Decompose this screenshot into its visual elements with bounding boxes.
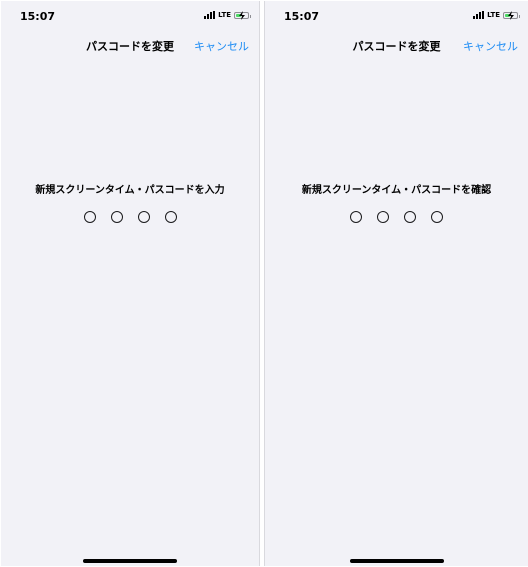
status-icons: LTE [473, 10, 520, 20]
status-time: 15:07 [284, 10, 320, 23]
cellular-signal-icon [473, 11, 485, 19]
home-indicator[interactable] [83, 559, 177, 563]
passcode-dot [404, 211, 416, 223]
passcode-dots[interactable] [1, 211, 259, 223]
passcode-prompt: 新規スクリーンタイム・パスコードを入力 [35, 185, 225, 196]
battery-charging-icon [234, 10, 251, 20]
passcode-prompt: 新規スクリーンタイム・パスコードを確認 [301, 185, 492, 196]
passcode-confirm-screen: 15:07 LTE パスコードを変更 キャンセル 新規スクリーンタイム・パスコー… [264, 1, 528, 566]
cellular-signal-icon [204, 11, 216, 19]
home-indicator[interactable] [349, 559, 444, 563]
battery-charging-icon [503, 10, 520, 20]
passcode-dots[interactable] [265, 211, 528, 223]
passcode-dot [83, 211, 96, 223]
passcode-dot [377, 211, 389, 223]
passcode-entry-screen: 15:07 LTE パスコードを変更 キャンセル 新規スクリーンタイム・パスコー… [1, 1, 260, 566]
cancel-button[interactable]: キャンセル [194, 38, 249, 54]
status-time: 15:07 [20, 10, 56, 23]
passcode-dot [164, 211, 177, 223]
network-type: LTE [218, 11, 231, 19]
passcode-dot [350, 211, 362, 223]
passcode-dot [431, 211, 443, 223]
network-type: LTE [487, 11, 500, 19]
status-icons: LTE [204, 10, 251, 20]
passcode-dot [137, 211, 150, 223]
cancel-button[interactable]: キャンセル [463, 38, 518, 54]
passcode-dot [110, 211, 123, 223]
